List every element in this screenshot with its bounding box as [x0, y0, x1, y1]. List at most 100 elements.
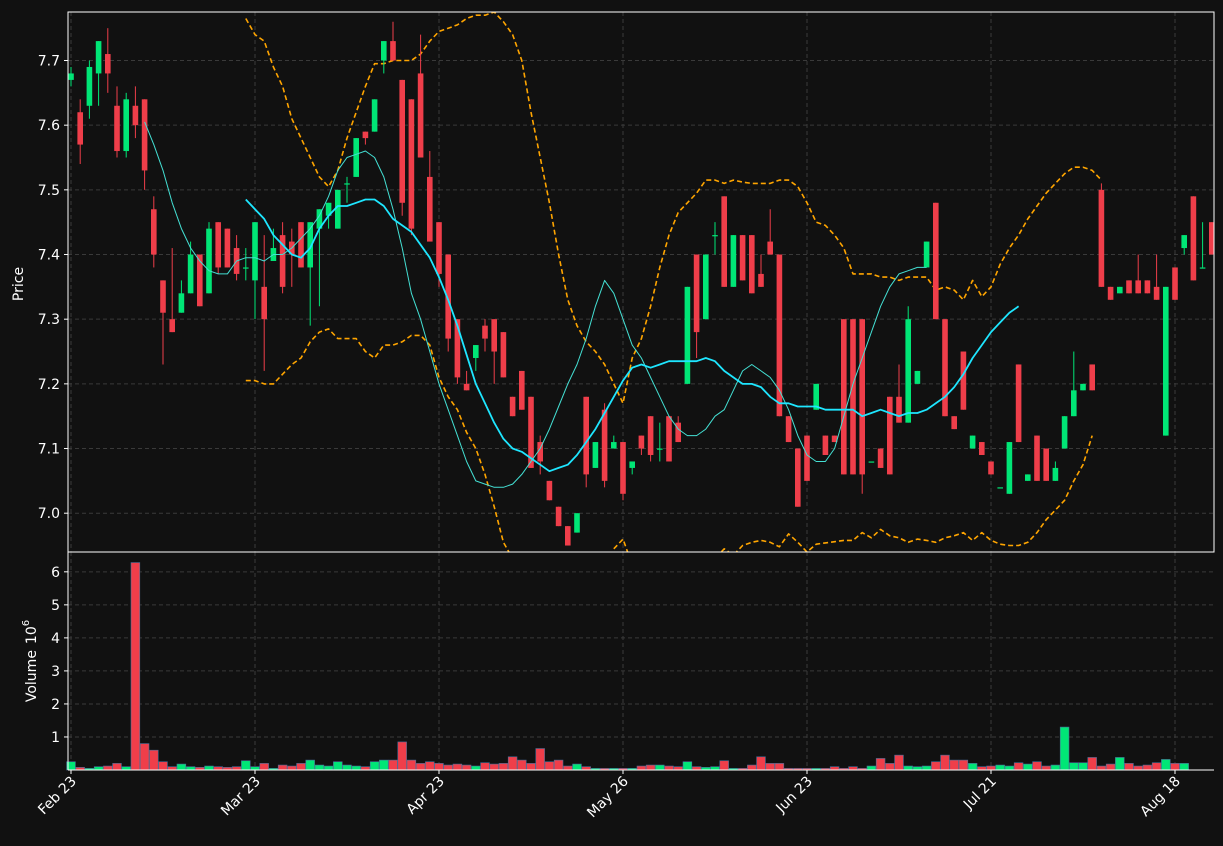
candle-body — [611, 442, 617, 449]
volume-bar — [434, 763, 444, 771]
candle-body — [473, 345, 479, 358]
candle-body — [114, 105, 120, 152]
candle-body — [666, 416, 672, 462]
volume-axis-unit-base: 10 — [24, 626, 40, 644]
candle-body — [933, 202, 939, 320]
candle-body — [896, 396, 902, 423]
candle-body — [868, 461, 875, 463]
candle-body — [988, 461, 994, 475]
candle-body — [252, 222, 258, 281]
volume-bar — [645, 764, 656, 771]
volume-bar — [287, 765, 297, 771]
candle-body — [758, 273, 764, 287]
candle-body — [187, 254, 194, 294]
volume-bar — [986, 765, 996, 771]
volume-bar — [1096, 765, 1107, 771]
candle-body — [160, 280, 166, 313]
volume-bar — [1115, 757, 1125, 771]
candlestick-chart-figure: 7.0 7.1 7.2 7.3 7.4 7.5 7.6 7.7 1 2 3 4 5 6 Feb 23 Mar … — [0, 0, 1223, 842]
volume-bar — [314, 764, 325, 771]
candle-body — [877, 448, 884, 468]
volume-bar — [277, 764, 288, 771]
volume-bar — [949, 759, 959, 771]
volume-bar — [756, 756, 766, 771]
candle-body — [390, 41, 396, 61]
volume-bar — [1170, 763, 1180, 771]
candle-body — [1135, 280, 1141, 294]
candle-body — [629, 461, 635, 468]
price-tick-label: 7.5 — [38, 183, 60, 199]
volume-tick-label: 6 — [51, 565, 60, 581]
candle-body — [1089, 364, 1095, 391]
volume-bar — [655, 764, 665, 771]
volume-bar — [323, 765, 334, 771]
volume-axis-unit-exponent: 6 — [21, 620, 32, 626]
volume-bar — [664, 765, 674, 771]
candle-body — [1107, 286, 1114, 300]
candle-body — [519, 370, 525, 410]
candle-body — [693, 254, 700, 333]
volume-bar — [379, 759, 389, 771]
candle-body — [86, 66, 93, 106]
candle-body — [224, 228, 231, 268]
candle-body — [436, 222, 442, 274]
candle-body — [684, 286, 691, 384]
candle-body — [721, 196, 727, 287]
volume-bar — [1032, 761, 1042, 771]
volume-bar — [296, 763, 306, 771]
volume-bar — [333, 761, 343, 771]
volume-bar — [526, 763, 536, 771]
volume-bar — [774, 763, 785, 771]
candle-body — [408, 99, 415, 229]
candle-body — [960, 351, 967, 410]
volume-bar — [103, 765, 113, 771]
volume-bar — [1179, 763, 1189, 771]
price-axis-label: Price — [11, 267, 27, 301]
candle-body — [1052, 467, 1059, 481]
candle-body — [785, 416, 792, 443]
candle-body — [353, 138, 359, 177]
candle-body — [712, 235, 718, 237]
volume-bar — [139, 743, 150, 771]
candle-body — [132, 105, 139, 126]
volume-bar — [875, 758, 886, 771]
candle-body — [601, 409, 608, 481]
candle-body — [942, 319, 948, 417]
candle-body — [95, 41, 102, 74]
volume-bar — [241, 760, 251, 771]
price-tick-label: 7.0 — [38, 506, 60, 522]
candle-body — [795, 448, 801, 507]
volume-bar — [507, 756, 518, 771]
volume-bar — [1124, 763, 1134, 771]
volume-bar — [1013, 762, 1024, 771]
candle-body — [1006, 442, 1013, 494]
candle-body — [463, 383, 470, 391]
volume-bar — [921, 765, 932, 771]
candle-body — [1190, 196, 1197, 281]
volume-bar — [259, 763, 269, 771]
candle-body — [1163, 286, 1169, 436]
price-tick-label: 7.3 — [38, 312, 60, 328]
candle-body — [105, 54, 111, 74]
volume-bar — [351, 765, 361, 771]
volume-bar — [563, 765, 573, 771]
candle-body — [178, 293, 185, 313]
volume-tick-label: 1 — [51, 730, 60, 746]
candle-body — [399, 79, 405, 203]
candle-body — [574, 513, 580, 533]
volume-bar — [765, 763, 775, 771]
volume-bar — [1161, 759, 1171, 771]
volume-axis-label: Volume 106 — [21, 620, 40, 702]
volume-bar — [425, 761, 435, 771]
candle-body — [555, 506, 562, 527]
candle-body — [979, 442, 985, 455]
chart-canvas: 7.07.17.27.37.47.57.67.7123456Feb 23 Mar … — [0, 0, 1223, 842]
volume-bar — [866, 765, 877, 771]
volume-bar — [1023, 763, 1033, 771]
volume-bar — [1004, 765, 1015, 771]
volume-bar — [149, 749, 159, 771]
candle-body — [427, 176, 433, 242]
candle-body — [914, 370, 921, 384]
volume-bar — [958, 759, 969, 771]
volume-bar — [885, 763, 895, 771]
